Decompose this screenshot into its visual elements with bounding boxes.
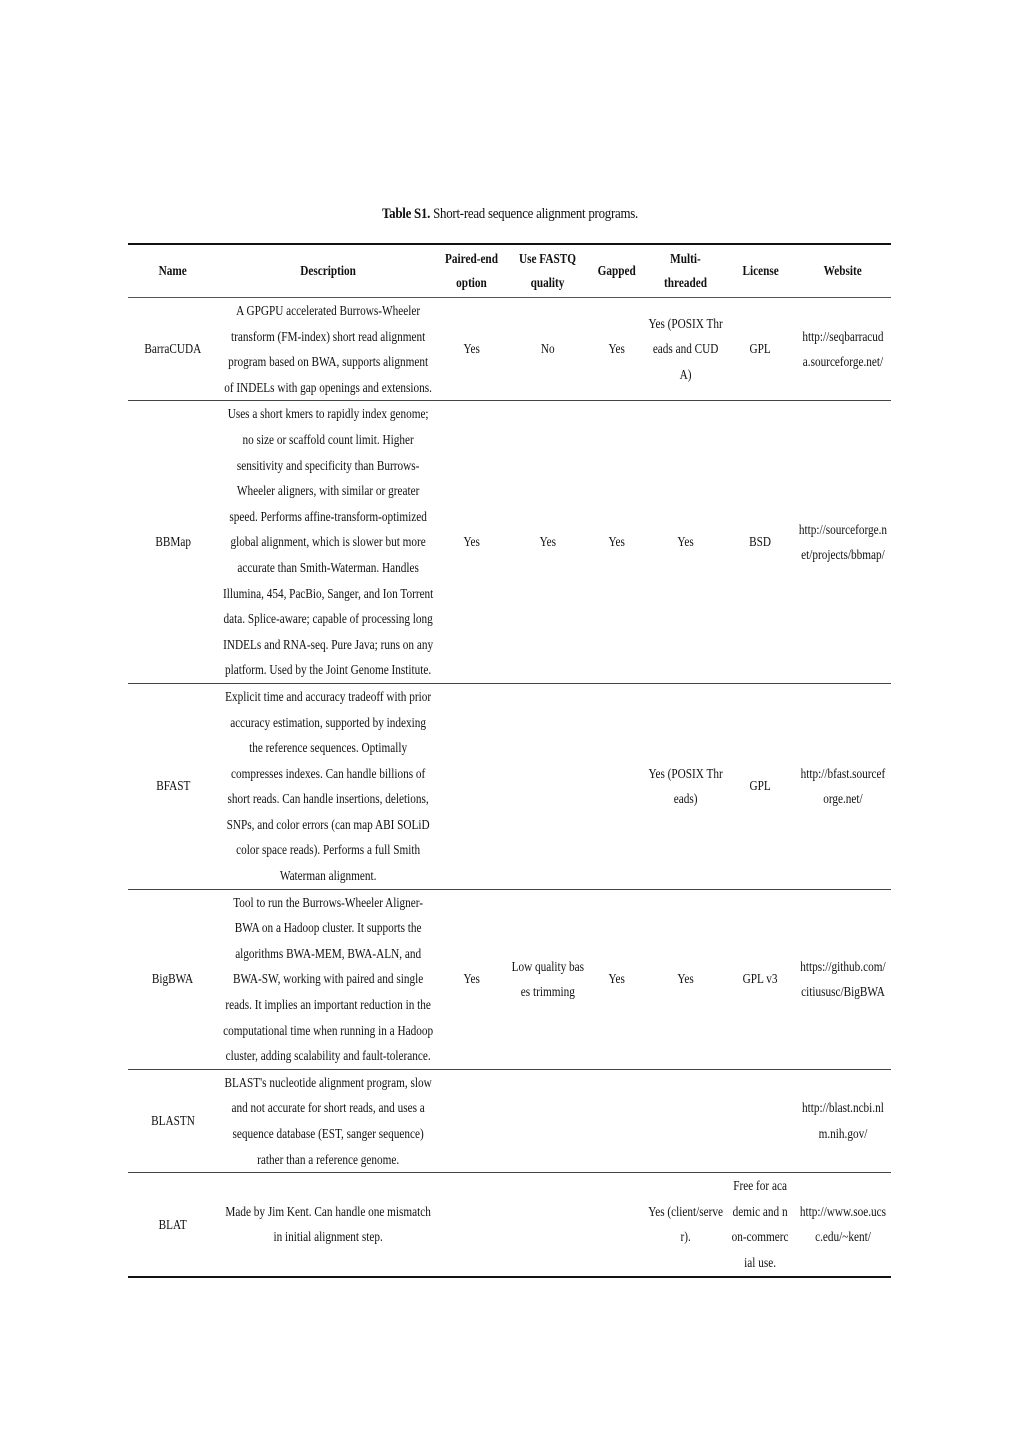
cell-description: Made by Jim Kent. Can handle one mismatc… xyxy=(225,1203,431,1245)
cell-license: GPL xyxy=(749,341,772,357)
cell-paired-end: Yes xyxy=(463,341,480,357)
cell-fastq xyxy=(505,1173,590,1277)
cell-gapped: Yes xyxy=(608,341,626,357)
cell-multithreaded: Yes (POSIX Threads and CUDA) xyxy=(648,315,723,382)
cell-fastq xyxy=(505,683,590,889)
cell-website: http://blast.ncbi.nlm.nih.gov/ xyxy=(794,1069,891,1172)
cell-website: http://seqbarracuda.sourceforge.net/ xyxy=(794,298,891,401)
cell-name: BLAT xyxy=(158,1216,188,1232)
header-license: License xyxy=(742,263,779,278)
cell-description: Uses a short kmers to rapidly index geno… xyxy=(222,406,434,678)
cell-license: Free for academic and non-commercial use… xyxy=(732,1178,789,1270)
cell-website: http://bfast.sourceforge.net/ xyxy=(794,683,891,889)
cell-description: Explicit time and accuracy tradeoff with… xyxy=(225,688,431,884)
header-fastq: Use FASTQ quality xyxy=(519,251,576,290)
cell-paired-end xyxy=(438,1173,505,1277)
cell-fastq: Yes xyxy=(539,534,556,550)
cell-description: A GPGPU accelerated Burrows-Wheeler tran… xyxy=(224,303,432,395)
website-link[interactable]: http://bfast.sourceforge.net/ xyxy=(798,761,887,812)
cell-name: BLASTN xyxy=(151,1113,195,1129)
website-link[interactable]: http://www.soe.ucsc.edu/~kent/ xyxy=(798,1199,887,1250)
cell-multithreaded: Yes (POSIX Threads) xyxy=(648,765,723,807)
table-label: Table S1. xyxy=(382,206,431,222)
cell-paired-end: Yes xyxy=(463,534,480,550)
cell-license: BSD xyxy=(749,534,772,550)
cell-name: BigBWA xyxy=(152,971,194,987)
cell-fastq: Low quality bases trimming xyxy=(511,958,584,1000)
cell-gapped xyxy=(590,683,644,889)
alignment-programs-table: Name Description Paired-end option Use F… xyxy=(128,243,891,1278)
cell-gapped xyxy=(590,1069,644,1172)
cell-gapped: Yes xyxy=(608,971,626,987)
header-multithreaded: Multi-threaded xyxy=(664,251,707,290)
table-row: BigBWA Tool to run the Burrows-Wheeler A… xyxy=(128,889,891,1070)
cell-website: https://github.com/citiususc/BigBWA xyxy=(794,889,891,1069)
table-caption: Table S1. Short-read sequence alignment … xyxy=(71,206,948,223)
cell-description: BLAST's nucleotide alignment program, sl… xyxy=(224,1074,432,1167)
cell-description: Tool to run the Burrows-Wheeler Aligner-… xyxy=(223,894,433,1064)
cell-fastq xyxy=(505,1069,590,1172)
cell-multithreaded: Yes xyxy=(677,971,694,987)
table-row: BLASTN BLAST's nucleotide alignment prog… xyxy=(128,1069,891,1173)
cell-gapped xyxy=(590,1173,644,1277)
header-website: Website xyxy=(823,263,862,278)
cell-license xyxy=(727,1069,794,1172)
cell-name: BarraCUDA xyxy=(144,341,202,357)
table-row: BBMap Uses a short kmers to rapidly inde… xyxy=(128,401,891,684)
cell-paired-end: Yes xyxy=(463,971,480,987)
header-name: Name xyxy=(158,263,188,278)
table-row: BarraCUDA A GPGPU accelerated Burrows-Wh… xyxy=(128,298,891,401)
header-row: Name Description Paired-end option Use F… xyxy=(128,244,891,298)
header-paired-end: Paired-end option xyxy=(445,251,498,290)
cell-name: BFAST xyxy=(155,778,191,794)
website-link[interactable]: http://blast.ncbi.nlm.nih.gov/ xyxy=(798,1095,887,1146)
website-link[interactable]: https://github.com/citiususc/BigBWA xyxy=(798,954,887,1005)
cell-multithreaded xyxy=(644,1069,727,1172)
table-row: BLAT Made by Jim Kent. Can handle one mi… xyxy=(128,1173,891,1277)
cell-paired-end xyxy=(438,1069,505,1172)
cell-paired-end xyxy=(438,683,505,889)
cell-fastq: No xyxy=(540,341,555,357)
cell-website: http://sourceforge.net/projects/bbmap/ xyxy=(794,401,891,684)
cell-license: GPL v3 xyxy=(743,971,778,987)
table-row: BFAST Explicit time and accuracy tradeof… xyxy=(128,683,891,890)
cell-multithreaded: Yes xyxy=(677,534,694,550)
header-description: Description xyxy=(300,263,356,278)
cell-license: GPL xyxy=(749,778,772,794)
table-title: Short-read sequence alignment programs. xyxy=(433,206,638,222)
cell-name: BBMap xyxy=(155,534,191,550)
cell-gapped: Yes xyxy=(608,534,626,550)
cell-website: http://www.soe.ucsc.edu/~kent/ xyxy=(794,1173,891,1277)
website-link[interactable]: http://seqbarracuda.sourceforge.net/ xyxy=(798,324,887,375)
header-gapped: Gapped xyxy=(597,263,637,278)
cell-multithreaded: Yes (client/server). xyxy=(648,1203,723,1245)
website-link[interactable]: http://sourceforge.net/projects/bbmap/ xyxy=(798,517,887,568)
